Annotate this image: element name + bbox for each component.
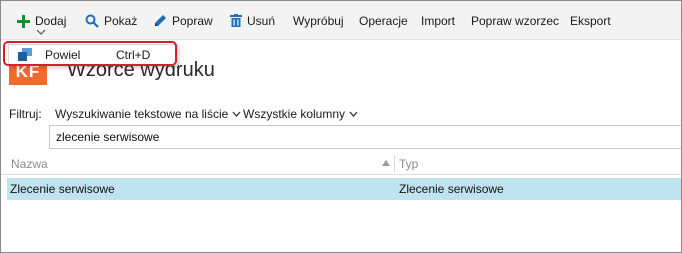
edit-template-button-label: Popraw wzorzec: [471, 14, 560, 28]
delete-button[interactable]: Usuń: [230, 12, 275, 30]
menu-item-duplicate[interactable]: Powiel Ctrl+D: [9, 45, 177, 65]
edit-button[interactable]: Popraw: [153, 12, 213, 30]
trash-icon: [230, 14, 242, 27]
export-button[interactable]: Eksport: [570, 12, 611, 30]
column-separator[interactable]: [394, 156, 395, 172]
show-button-label: Pokaż: [104, 14, 138, 28]
sort-ascending-icon: [382, 160, 390, 166]
filter-label: Filtruj:: [9, 107, 42, 121]
add-dropdown-menu: Powiel Ctrl+D: [8, 44, 178, 66]
column-header-type[interactable]: Typ: [399, 157, 418, 171]
add-button-label: Dodaj: [35, 14, 67, 28]
import-button[interactable]: Import: [421, 12, 455, 30]
menu-item-duplicate-label: Powiel: [45, 48, 81, 62]
columns-dropdown[interactable]: Wszystkie kolumny: [243, 107, 358, 121]
search-mode-dropdown[interactable]: Wyszukiwanie tekstowe na liście: [55, 107, 241, 121]
grid-header: Nazwa Typ: [1, 154, 681, 175]
chevron-down-icon[interactable]: [36, 29, 46, 35]
table-row[interactable]: Zlecenie serwisowe Zlecenie serwisowe: [7, 178, 681, 200]
edit-button-label: Popraw: [172, 14, 213, 28]
chevron-down-icon: [349, 111, 358, 117]
column-header-name[interactable]: Nazwa: [11, 157, 48, 171]
delete-button-label: Usuń: [247, 14, 276, 28]
operations-button[interactable]: Operacje: [359, 12, 408, 30]
duplicate-icon: [18, 48, 32, 61]
cell-type: Zlecenie serwisowe: [399, 182, 504, 196]
columns-value: Wszystkie kolumny: [243, 107, 346, 121]
edit-template-button[interactable]: Popraw wzorzec: [471, 12, 559, 30]
toolbar: Dodaj Pokaż Popraw Usuń Wypróbuj Operacj…: [1, 1, 681, 40]
search-icon: [85, 14, 99, 28]
operations-button-label: Operacje: [359, 14, 408, 28]
menu-item-duplicate-shortcut: Ctrl+D: [116, 48, 151, 62]
search-input[interactable]: [49, 125, 681, 149]
try-button[interactable]: Wypróbuj: [293, 12, 344, 30]
chevron-down-icon: [232, 111, 241, 117]
export-button-label: Eksport: [570, 14, 611, 28]
add-button[interactable]: Dodaj: [17, 12, 66, 30]
plus-icon: [17, 14, 30, 28]
app-window: Dodaj Pokaż Popraw Usuń Wypróbuj Operacj…: [0, 0, 682, 253]
edit-icon: [155, 15, 166, 26]
search-mode-value: Wyszukiwanie tekstowe na liście: [55, 107, 229, 121]
cell-name: Zlecenie serwisowe: [10, 182, 115, 196]
show-button[interactable]: Pokaż: [85, 12, 137, 30]
try-button-label: Wypróbuj: [293, 14, 344, 28]
import-button-label: Import: [421, 14, 456, 28]
